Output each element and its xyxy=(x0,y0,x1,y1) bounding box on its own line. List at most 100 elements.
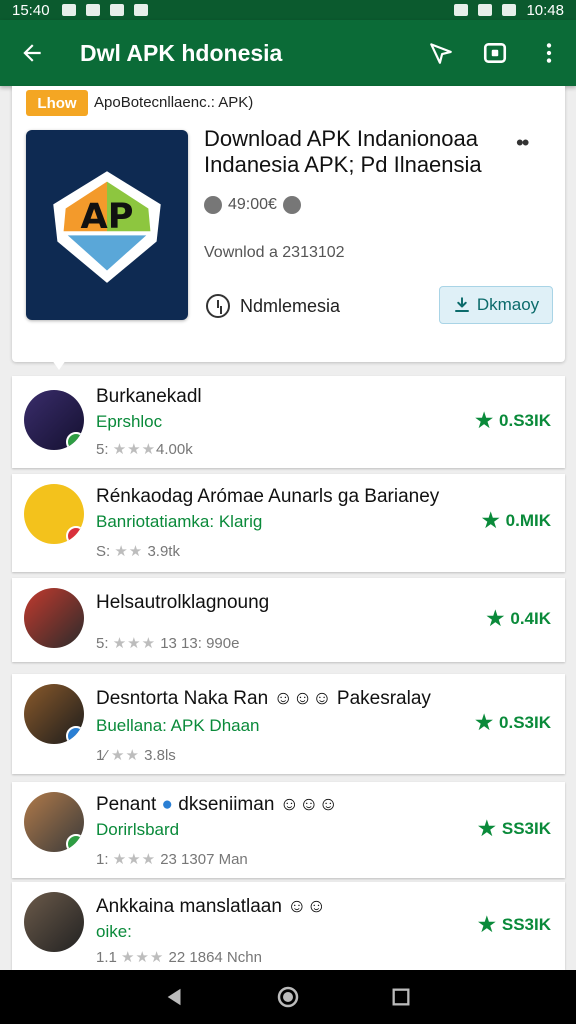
item-meta-suffix: 4.00k xyxy=(156,441,193,458)
item-subtitle: Buellana: APK Dhaan xyxy=(96,716,260,735)
list-item[interactable]: Burkanekadl Eprshloc 5: ★★★4.00k ★ 0.S3IK xyxy=(12,376,565,468)
send-icon xyxy=(430,43,452,64)
stars-icon: ★★★ xyxy=(121,949,165,966)
star-icon: ★ xyxy=(481,510,500,532)
download-button-label: Dkmaoy xyxy=(476,295,540,314)
list-item[interactable]: Helsautrolklagnoung 5: ★★★ 13 13: 990e ★… xyxy=(12,578,565,662)
more-vert-icon xyxy=(546,43,552,63)
back-button[interactable] xyxy=(0,20,64,86)
item-score: ★ 0.4IK xyxy=(486,606,551,631)
info-icon xyxy=(282,196,301,214)
item-score: ★ 0.S3IK xyxy=(475,710,551,735)
notification-icon xyxy=(61,4,76,16)
item-title: Desntorta Naka Ran ☺☺☺ Pakesralay xyxy=(96,688,431,710)
verified-icon: ● xyxy=(161,794,173,815)
item-score: ★ SS3IK xyxy=(478,816,551,841)
breadcrumb: ApoBotecnllaenc.: APK) xyxy=(94,94,253,111)
avatar xyxy=(24,792,84,852)
item-title-tail: dkseniiman xyxy=(178,794,275,815)
item-score-value: 0.S3IK xyxy=(499,410,551,430)
item-title: Ankkaina manslatlaan ☺☺ xyxy=(96,896,326,918)
clock-icon xyxy=(206,294,230,318)
tag-badge[interactable]: Lhow xyxy=(26,90,88,116)
star-icon: ★ xyxy=(477,818,496,840)
avatar xyxy=(24,390,84,450)
status-bar: 15:40 10:48 xyxy=(0,0,576,20)
back-triangle-icon[interactable] xyxy=(164,986,186,1008)
list-item[interactable]: Penant ● dkseniiman ☺☺☺ Dorirlsbard 1: ★… xyxy=(12,782,565,878)
share-button[interactable] xyxy=(414,20,468,86)
overflow-menu-button[interactable] xyxy=(522,20,576,86)
recents-square-icon[interactable] xyxy=(390,986,412,1008)
star-icon: ★ xyxy=(477,914,496,936)
item-meta-prefix: 1⁄ xyxy=(96,747,107,764)
download-button[interactable]: Dkmaoy xyxy=(439,286,553,324)
star-icon: ★ xyxy=(486,608,505,630)
item-meta: 1.1 ★★★ 22 1864 Nchn xyxy=(96,948,262,966)
notification-icons xyxy=(61,4,148,16)
app-bar: Dwl APK hdonesia xyxy=(0,20,576,86)
item-subtitle: oike: xyxy=(96,922,132,941)
badge-icon xyxy=(66,834,84,852)
item-meta-prefix: S: xyxy=(96,543,111,560)
camera-icon xyxy=(483,43,507,63)
signal-icon xyxy=(478,4,493,16)
item-subtitle: Banriotatiamka: Klarig xyxy=(96,512,263,531)
item-title-text: Penant xyxy=(96,794,157,815)
arrow-back-icon xyxy=(23,44,41,62)
region-label: Ndmlemesia xyxy=(240,295,341,316)
item-subtitle: Eprshloc xyxy=(96,412,163,431)
item-meta-prefix: 1: xyxy=(96,851,109,868)
stars-icon: ★★★ xyxy=(112,851,157,868)
item-meta-prefix: 5: xyxy=(96,635,109,652)
emoji-icon: ☺☺☺ xyxy=(273,688,332,709)
item-meta-prefix: 5: xyxy=(96,441,109,458)
status-time: 15:40 xyxy=(12,1,50,19)
region-row: Ndmlemesia xyxy=(206,294,340,318)
notification-icon xyxy=(133,4,148,16)
screenshot-button[interactable] xyxy=(468,20,522,86)
badge-icon xyxy=(66,726,84,744)
stars-icon: ★★★ xyxy=(112,635,157,652)
list-item[interactable]: Desntorta Naka Ran ☺☺☺ Pakesralay Buella… xyxy=(12,674,565,774)
item-title: Helsautrolklagnoung xyxy=(96,592,270,613)
notification-icon xyxy=(85,4,100,16)
item-score-value: 0.4IK xyxy=(510,608,551,628)
item-score: ★ 0.MIK xyxy=(482,508,551,533)
item-meta: 5: ★★★4.00k xyxy=(96,440,193,458)
emoji-icon: ☺☺ xyxy=(287,896,326,917)
home-circle-icon[interactable] xyxy=(276,985,300,1009)
item-meta-suffix: 3.9tk xyxy=(147,543,180,560)
list-item[interactable]: Ankkaina manslatlaan ☺☺ oike: 1.1 ★★★ 22… xyxy=(12,882,565,970)
item-meta: 1⁄ ★★ 3.8ls xyxy=(96,746,176,764)
item-score: ★ 0.S3IK xyxy=(475,408,551,433)
star-icon: ★ xyxy=(475,712,494,734)
rating-row: 49:00€ xyxy=(204,196,301,214)
download-count: Vownlod a 2313102 xyxy=(204,244,345,261)
app-detail-card: Lhow ApoBotecnllaenc.: APK) AP Download … xyxy=(12,86,565,370)
status-time-right: 10:48 xyxy=(526,1,564,19)
stars-icon: ★★ xyxy=(114,543,144,560)
item-meta-suffix: 3.8ls xyxy=(144,747,176,764)
item-score-value: SS3IK xyxy=(501,818,551,838)
wifi-icon xyxy=(454,4,469,16)
stars-icon: ★★ xyxy=(111,747,140,764)
item-title-tail: Pakesralay xyxy=(336,688,431,709)
rating-text: 49:00€ xyxy=(228,196,277,213)
stars-icon: ★★★ xyxy=(112,441,157,458)
item-meta-suffix: 22 1864 Nchn xyxy=(168,949,262,966)
list-item[interactable]: Rénkaodag Arómae Aunarls ga Barianey Ban… xyxy=(12,474,565,572)
item-title-text: Desntorta Naka Ran xyxy=(96,688,269,709)
badge-icon xyxy=(66,526,84,544)
download-icon xyxy=(454,297,469,312)
notification-icon xyxy=(109,4,124,16)
emoji-icon: ☺☺☺ xyxy=(279,794,338,815)
more-options-icon[interactable]: •• xyxy=(516,130,529,156)
item-score: ★ SS3IK xyxy=(478,912,551,937)
breadcrumb-prefix: ApoBotecnlla xyxy=(94,94,183,111)
star-icon: ★ xyxy=(475,410,494,432)
item-title: Rénkaodag Arómae Aunarls ga Barianey xyxy=(96,486,440,507)
breadcrumb-suffix: enc.: APK) xyxy=(182,94,254,111)
item-meta: 1: ★★★ 23 1307 Man xyxy=(96,850,248,868)
battery-icon xyxy=(502,4,517,16)
